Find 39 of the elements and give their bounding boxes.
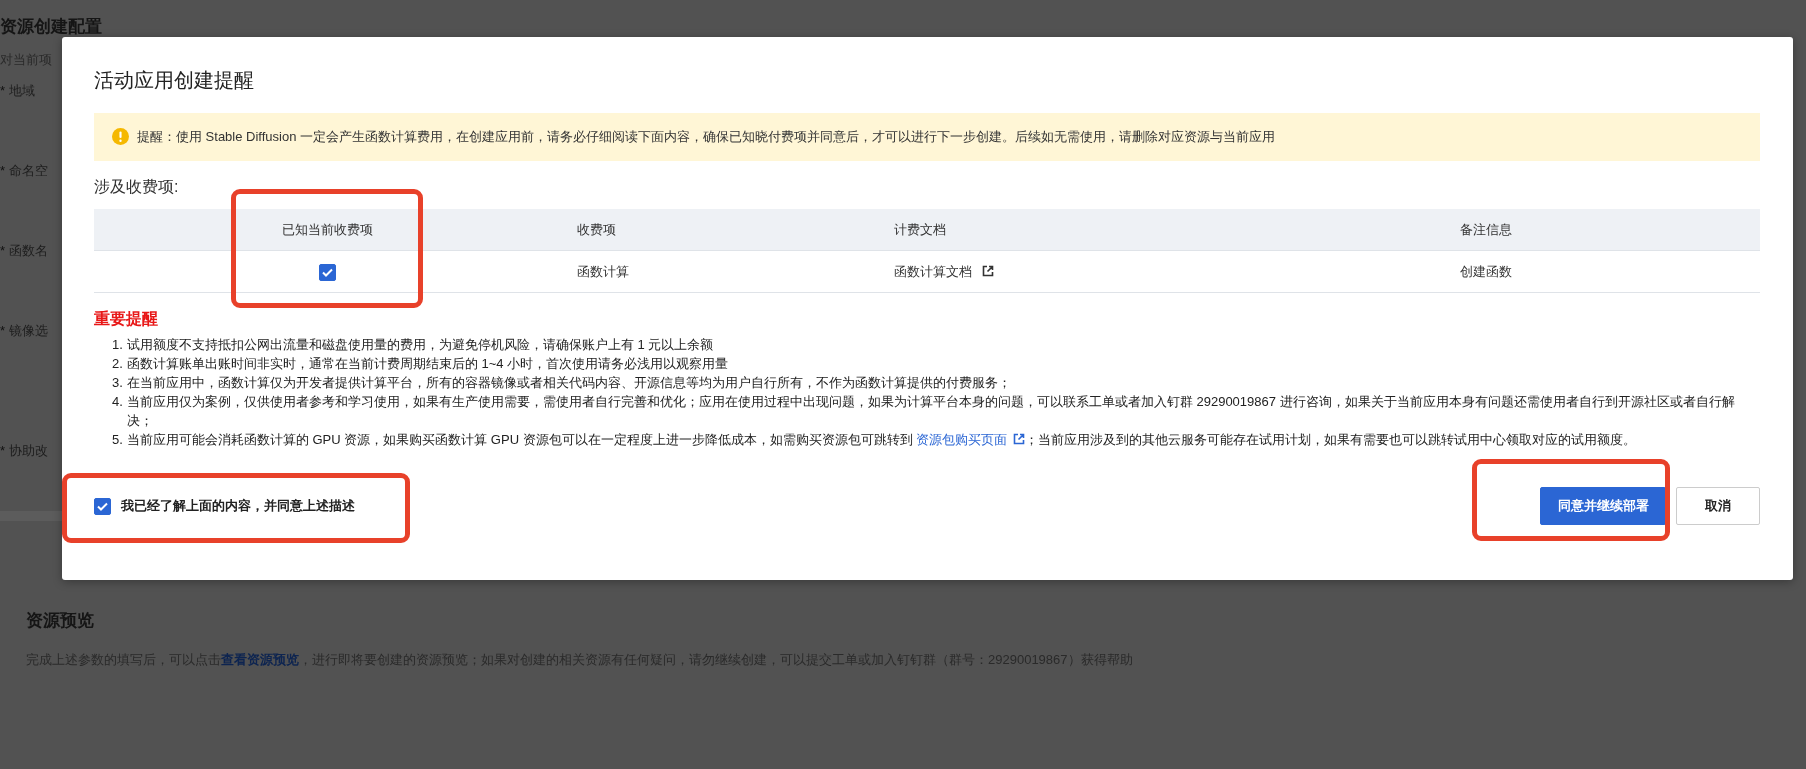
checkmark-icon bbox=[97, 501, 108, 511]
section-label: 涉及收费项: bbox=[94, 176, 180, 197]
doc-link[interactable]: 函数计算文档 bbox=[894, 263, 972, 279]
cancel-button[interactable]: 取消 bbox=[1676, 487, 1760, 525]
note-item: 当前应用可能会消耗函数计算的 GPU 资源，如果购买函数计算 GPU 资源包可以在一定程度上进一步降低成本，如需购买资源包可跳转到 资源包购买页面 ；当前应用涉及到的其他云服务可能存在试用计划，如果有需要也可以跳转试用中心领取对应的试用额度。 bbox=[126, 431, 1637, 449]
dialog-title: 活动应用创建提醒 bbox=[94, 68, 255, 93]
column-header: 已知当前收费项 bbox=[94, 208, 561, 251]
checkmark-icon bbox=[321, 267, 333, 277]
column-header: 收费项 bbox=[560, 208, 877, 251]
important-heading: 重要提醒 bbox=[94, 309, 159, 329]
list-number: 5. bbox=[112, 431, 123, 449]
checkbox-label[interactable]: 我已经了解上面的内容，并同意上述描述 bbox=[121, 496, 355, 516]
list-number: 2. bbox=[112, 355, 123, 373]
note-item: 当前应用仅为案例，仅供使用者参考和学习使用，如果有生产使用需要，需使用者自行完善和优化；应用在使用过程中出现问题，如果为计算平台本身的问题，可以联系工单或者加入钉群 29290019867 进行咨询，如果关于当前应用本身有问题还需使用者自行到开源社区或者自行解决； bbox=[126, 393, 1736, 430]
list-number: 4. bbox=[112, 393, 123, 411]
column-header: 计费文档 bbox=[877, 208, 1444, 251]
required-mark: * bbox=[0, 82, 6, 100]
purchase-link[interactable]: 资源包购买页面 bbox=[916, 432, 1026, 447]
alert-text: 提醒：使用 Stable Diffusion 一定会产生函数计算费用，在创建应用前，请务必仔细阅读下面内容，确保已知晓付费项并同意后，才可以进行下一步创建。后续如无需使用，请删除对应资源与当前应用 bbox=[137, 128, 1276, 146]
section-title: 资源预览 bbox=[26, 610, 95, 632]
table-cell: 创建函数 bbox=[1443, 250, 1760, 293]
checkbox[interactable] bbox=[318, 263, 336, 281]
required-mark: * bbox=[0, 242, 6, 260]
required-mark: * bbox=[0, 322, 6, 340]
external-link-icon bbox=[1013, 433, 1026, 445]
list-number: 1. bbox=[112, 336, 123, 354]
list-number: 3. bbox=[112, 374, 123, 392]
deploy-button[interactable]: 同意并继续部署 bbox=[1540, 487, 1666, 525]
note-item: 试用额度不支持抵扣公网出流量和磁盘使用量的费用，为避免停机风险，请确保账户上有 1 元以上余额 bbox=[126, 336, 714, 354]
required-mark: * bbox=[0, 442, 6, 460]
warning-icon bbox=[112, 128, 129, 146]
checkbox[interactable] bbox=[94, 497, 111, 515]
required-mark: * bbox=[0, 162, 6, 180]
note-item: 函数计算账单出账时间非实时，通常在当前计费周期结束后的 1~4 小时，首次使用请务必浅用以观察用量 bbox=[126, 355, 729, 373]
column-header: 备注信息 bbox=[1443, 208, 1760, 251]
note-item: 在当前应用中，函数计算仅为开发者提供计算平台，所有的容器镜像或者相关代码内容、开源信息等均为用户自行所有，不作为函数计算提供的付费服务； bbox=[126, 374, 1011, 392]
section-title: 资源创建配置 bbox=[0, 16, 103, 38]
external-link-icon[interactable] bbox=[981, 264, 994, 277]
table-cell: 函数计算 bbox=[560, 250, 877, 293]
